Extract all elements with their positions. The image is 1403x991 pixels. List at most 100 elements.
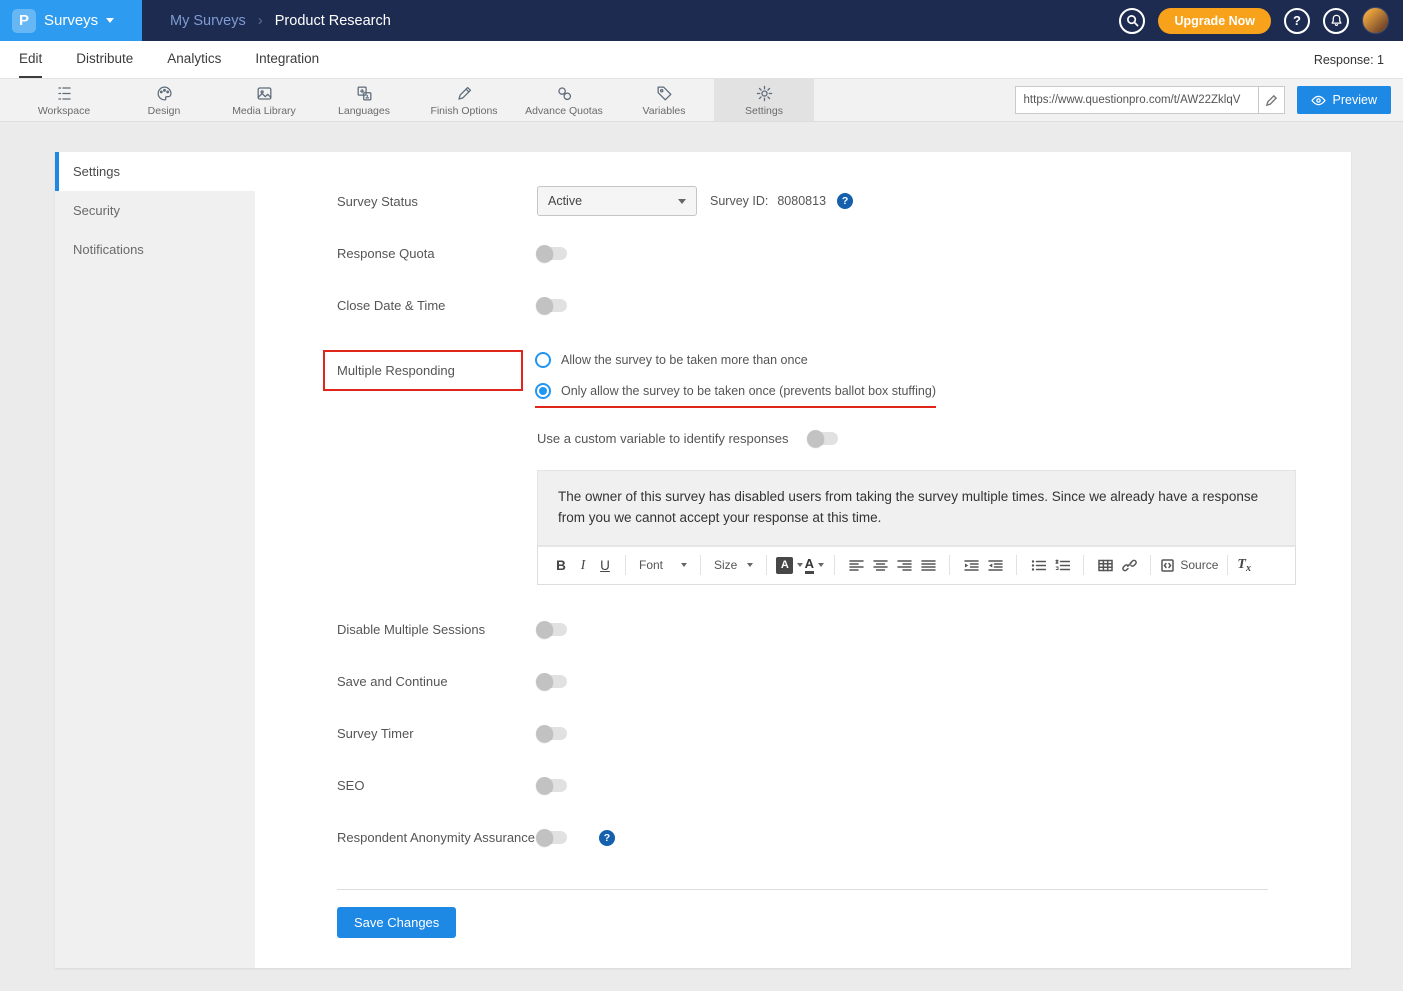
anonymity-row: Respondent Anonymity Assurance ? (337, 823, 1351, 853)
toolbar-item-finish-options[interactable]: Finish Options (414, 79, 514, 121)
toolbar-item-variables[interactable]: Variables (614, 79, 714, 121)
help-button[interactable]: ? (1284, 8, 1310, 34)
toolbar-separator (1150, 555, 1151, 575)
table-icon (1098, 559, 1113, 572)
radio-only-once[interactable] (535, 383, 551, 399)
numbered-list-icon (1055, 559, 1070, 572)
survey-status-row: Survey Status Active Survey ID: 8080813 … (337, 186, 1351, 216)
tab-analytics[interactable]: Analytics (167, 41, 221, 78)
indent-decrease-icon (988, 559, 1003, 572)
toolbar-item-languages[interactable]: Languages (314, 79, 414, 121)
anonymity-toggle[interactable] (537, 831, 567, 844)
bullet-list-button[interactable] (1026, 552, 1050, 578)
notifications-button[interactable] (1323, 8, 1349, 34)
close-date-row: Close Date & Time (337, 290, 1351, 320)
topbar-actions: Upgrade Now ? (1119, 7, 1403, 34)
close-date-toggle[interactable] (537, 299, 567, 312)
search-button[interactable] (1119, 8, 1145, 34)
tab-integration[interactable]: Integration (255, 41, 319, 78)
multiple-responding-label: Multiple Responding (337, 363, 455, 378)
font-dropdown[interactable]: Font (635, 558, 691, 572)
survey-status-label: Survey Status (337, 194, 537, 209)
bold-button[interactable]: B (550, 552, 572, 578)
text-color-button[interactable]: A (803, 552, 825, 578)
anonymity-label: Respondent Anonymity Assurance (337, 830, 537, 845)
edit-toolbar: Workspace Design Media Library Languages… (0, 79, 1403, 122)
disabled-message-text[interactable]: The owner of this survey has disabled us… (537, 470, 1296, 546)
chevron-down-icon (678, 199, 686, 204)
insert-table-button[interactable] (1093, 552, 1117, 578)
breadcrumb-current-survey: Product Research (275, 13, 391, 29)
save-continue-row: Save and Continue (337, 667, 1351, 697)
toolbar-item-advance-quotas[interactable]: Advance Quotas (514, 79, 614, 121)
brand-menu[interactable]: P Surveys (0, 0, 142, 41)
radio-more-than-once[interactable] (535, 352, 551, 368)
anonymity-help-icon[interactable]: ? (599, 830, 615, 846)
source-icon (1160, 559, 1175, 572)
sidebar-item-security[interactable]: Security (55, 191, 255, 230)
survey-url-input[interactable] (1016, 87, 1258, 113)
chevron-down-icon (747, 563, 753, 567)
align-center-button[interactable] (868, 552, 892, 578)
tab-distribute[interactable]: Distribute (76, 41, 133, 78)
settings-card: Settings Security Notifications Survey S… (55, 152, 1351, 968)
toolbar-item-settings[interactable]: Settings (714, 79, 814, 121)
seo-row: SEO (337, 771, 1351, 801)
save-continue-toggle[interactable] (537, 675, 567, 688)
toolbar-separator (1227, 555, 1228, 575)
remove-format-button[interactable]: Tx (1237, 557, 1251, 573)
save-changes-button[interactable]: Save Changes (337, 907, 456, 938)
search-icon (1126, 14, 1139, 27)
survey-status-help-icon[interactable]: ? (837, 193, 853, 209)
survey-timer-toggle[interactable] (537, 727, 567, 740)
align-left-icon (849, 559, 864, 572)
toolbar-separator (834, 555, 835, 575)
toolbar-item-media-library[interactable]: Media Library (214, 79, 314, 121)
background-color-button[interactable]: A (776, 552, 803, 578)
response-quota-row: Response Quota (337, 238, 1351, 268)
insert-link-button[interactable] (1117, 552, 1141, 578)
breadcrumb-my-surveys[interactable]: My Surveys (170, 13, 246, 29)
survey-timer-row: Survey Timer (337, 719, 1351, 749)
settings-sidebar: Settings Security Notifications (55, 152, 255, 968)
toolbar-item-design[interactable]: Design (114, 79, 214, 121)
chevron-down-icon (106, 18, 114, 23)
indent-decrease-button[interactable] (983, 552, 1007, 578)
size-dropdown[interactable]: Size (710, 558, 757, 572)
indent-increase-button[interactable] (959, 552, 983, 578)
italic-button[interactable]: I (572, 552, 594, 578)
background-color-icon: A (776, 557, 793, 574)
edit-url-button[interactable] (1258, 87, 1284, 113)
close-date-label: Close Date & Time (337, 298, 537, 313)
upgrade-now-button[interactable]: Upgrade Now (1158, 8, 1271, 34)
seo-toggle[interactable] (537, 779, 567, 792)
toolbar-item-workspace[interactable]: Workspace (14, 79, 114, 121)
response-quota-toggle[interactable] (537, 247, 567, 260)
disable-sessions-toggle[interactable] (537, 623, 567, 636)
source-button[interactable]: Source (1160, 552, 1218, 578)
toolbar-separator (949, 555, 950, 575)
questionpro-logo: P (12, 9, 36, 33)
brand-name: Surveys (44, 12, 98, 29)
toolbar-separator (700, 555, 701, 575)
toolbar-separator (1016, 555, 1017, 575)
preview-button[interactable]: Preview (1297, 86, 1391, 114)
bell-icon (1330, 14, 1343, 27)
settings-panel: Survey Status Active Survey ID: 8080813 … (255, 152, 1351, 968)
align-left-button[interactable] (844, 552, 868, 578)
sidebar-item-settings[interactable]: Settings (55, 152, 255, 191)
disable-sessions-row: Disable Multiple Sessions (337, 615, 1351, 645)
sidebar-item-notifications[interactable]: Notifications (55, 230, 255, 269)
survey-id-label: Survey ID: (710, 194, 768, 208)
align-justify-button[interactable] (916, 552, 940, 578)
indent-increase-icon (964, 559, 979, 572)
numbered-list-button[interactable] (1050, 552, 1074, 578)
toolbar-right: Preview (1015, 79, 1403, 121)
survey-status-select[interactable]: Active (537, 186, 697, 216)
tab-edit[interactable]: Edit (19, 41, 42, 78)
align-justify-icon (921, 559, 936, 572)
align-right-button[interactable] (892, 552, 916, 578)
custom-variable-toggle[interactable] (808, 432, 838, 445)
user-avatar[interactable] (1362, 7, 1389, 34)
underline-button[interactable]: U (594, 552, 616, 578)
